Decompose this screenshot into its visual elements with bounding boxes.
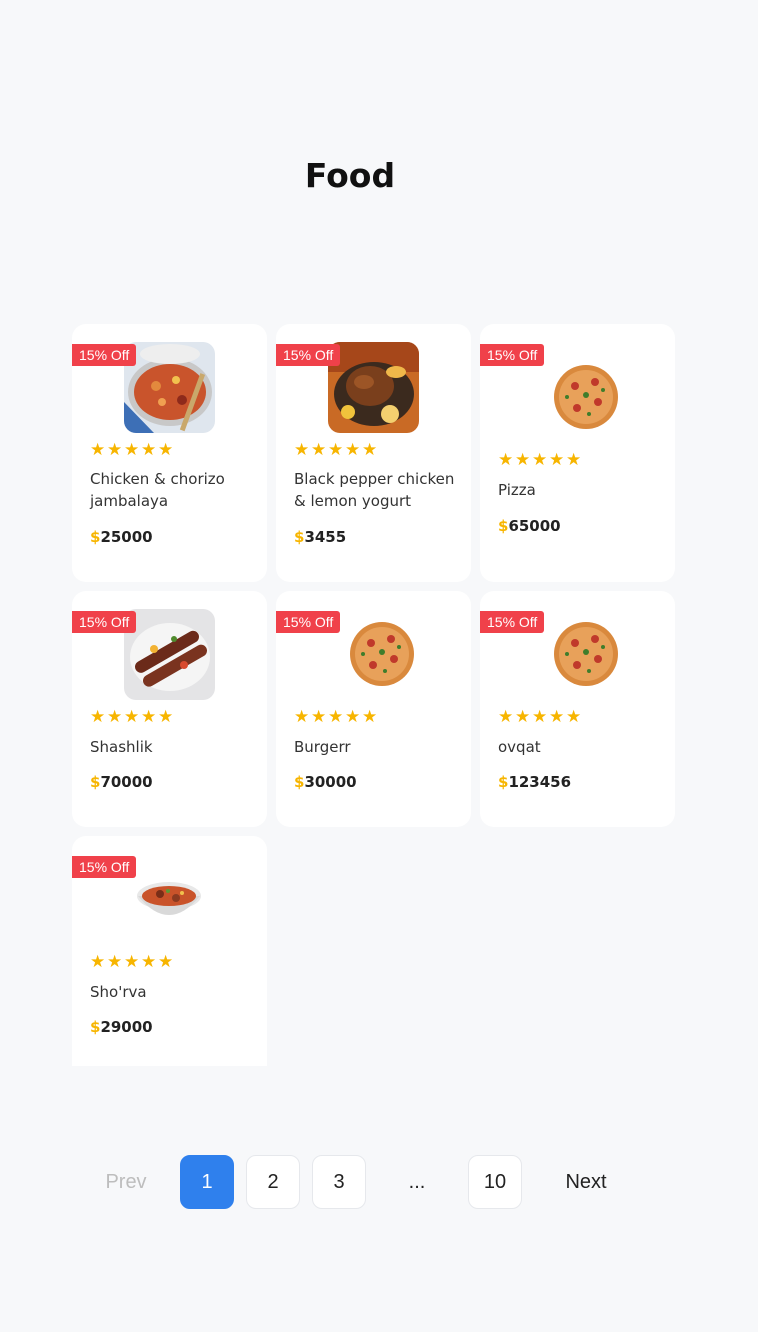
pizza-image [349, 621, 415, 687]
star-icon: ★ [515, 450, 531, 469]
star-icon: ★ [362, 707, 378, 726]
rating-stars: ★ ★ ★ ★ ★ [90, 952, 174, 971]
product-name[interactable]: Sho'rva [90, 981, 255, 1003]
shashlik-image [124, 609, 215, 700]
product-card[interactable]: 15% Off ★ ★ ★ ★ ★ Sho'rva $29000 [72, 836, 267, 1066]
pizza-image [553, 364, 619, 430]
product-name[interactable]: Shashlik [90, 736, 255, 758]
soup-image [136, 874, 202, 924]
star-icon: ★ [294, 440, 310, 459]
star-icon: ★ [515, 707, 531, 726]
page-ellipsis: ... [408, 1170, 426, 1193]
star-icon: ★ [549, 707, 565, 726]
star-icon: ★ [532, 450, 548, 469]
page-button-10[interactable]: 10 [468, 1155, 522, 1209]
product-name[interactable]: Burgerr [294, 736, 459, 758]
prev-button[interactable]: Prev [96, 1171, 156, 1194]
star-icon: ★ [107, 707, 123, 726]
page-button-2[interactable]: 2 [246, 1155, 300, 1209]
star-icon: ★ [498, 707, 514, 726]
star-icon: ★ [124, 440, 140, 459]
star-icon: ★ [532, 707, 548, 726]
star-icon: ★ [311, 440, 327, 459]
product-card[interactable]: 15% Off ★ ★ ★ ★ ★ Pizza $65000 [480, 324, 675, 582]
product-price: $30000 [294, 773, 357, 791]
product-price: $25000 [90, 528, 153, 546]
roast-chicken-image [328, 342, 419, 433]
discount-badge: 15% Off [72, 611, 137, 633]
star-icon: ★ [90, 707, 106, 726]
product-card[interactable]: 15% Off ★ ★ ★ ★ ★ Shashlik $70000 [72, 591, 267, 827]
jambalaya-image [124, 342, 215, 433]
star-icon: ★ [124, 707, 140, 726]
rating-stars: ★ ★ ★ ★ ★ [90, 440, 174, 459]
page-title: Food [304, 156, 396, 195]
star-icon: ★ [566, 450, 582, 469]
page-button-1[interactable]: 1 [180, 1155, 234, 1209]
star-icon: ★ [498, 450, 514, 469]
star-icon: ★ [566, 707, 582, 726]
pizza-image [553, 621, 619, 687]
star-icon: ★ [141, 952, 157, 971]
rating-stars: ★ ★ ★ ★ ★ [294, 707, 378, 726]
product-name[interactable]: Chicken & chorizo jambalaya [90, 468, 255, 512]
product-grid: 15% Off ★ ★ ★ ★ ★ Chicken & chorizo jambalay… [72, 324, 675, 1066]
star-icon: ★ [345, 707, 361, 726]
star-icon: ★ [107, 440, 123, 459]
product-card[interactable]: 15% Off ★ ★ ★ ★ ★ ovqat $123456 [480, 591, 675, 827]
star-icon: ★ [328, 440, 344, 459]
star-icon: ★ [107, 952, 123, 971]
star-icon: ★ [345, 440, 361, 459]
rating-stars: ★ ★ ★ ★ ★ [498, 707, 582, 726]
product-price: $123456 [498, 773, 572, 791]
product-card[interactable]: 15% Off ★ ★ ★ ★ ★ Black pepper chicken & lem… [276, 324, 471, 582]
product-price: $3455 [294, 528, 347, 546]
pagination: Prev 1 2 3 ... 10 Next [96, 1155, 646, 1209]
rating-stars: ★ ★ ★ ★ ★ [90, 707, 174, 726]
rating-stars: ★ ★ ★ ★ ★ [498, 450, 582, 469]
next-button[interactable]: Next [556, 1171, 616, 1194]
discount-badge: 15% Off [276, 611, 341, 633]
star-icon: ★ [549, 450, 565, 469]
product-name[interactable]: Black pepper chicken & lemon yogurt [294, 468, 459, 512]
star-icon: ★ [124, 952, 140, 971]
star-icon: ★ [158, 440, 174, 459]
star-icon: ★ [294, 707, 310, 726]
product-name[interactable]: ovqat [498, 736, 663, 758]
product-name[interactable]: Pizza [498, 479, 663, 501]
star-icon: ★ [90, 952, 106, 971]
product-price: $70000 [90, 773, 153, 791]
product-price: $65000 [498, 517, 561, 535]
star-icon: ★ [362, 440, 378, 459]
page-button-3[interactable]: 3 [312, 1155, 366, 1209]
star-icon: ★ [141, 707, 157, 726]
product-card[interactable]: 15% Off ★ ★ ★ ★ ★ Burgerr $30000 [276, 591, 471, 827]
star-icon: ★ [90, 440, 106, 459]
rating-stars: ★ ★ ★ ★ ★ [294, 440, 378, 459]
star-icon: ★ [141, 440, 157, 459]
discount-badge: 15% Off [480, 611, 545, 633]
discount-badge: 15% Off [480, 344, 545, 366]
product-card[interactable]: 15% Off ★ ★ ★ ★ ★ Chicken & chorizo jambalay… [72, 324, 267, 582]
star-icon: ★ [328, 707, 344, 726]
discount-badge: 15% Off [72, 344, 137, 366]
star-icon: ★ [311, 707, 327, 726]
discount-badge: 15% Off [276, 344, 341, 366]
product-price: $29000 [90, 1018, 153, 1036]
discount-badge: 15% Off [72, 856, 137, 878]
star-icon: ★ [158, 952, 174, 971]
star-icon: ★ [158, 707, 174, 726]
